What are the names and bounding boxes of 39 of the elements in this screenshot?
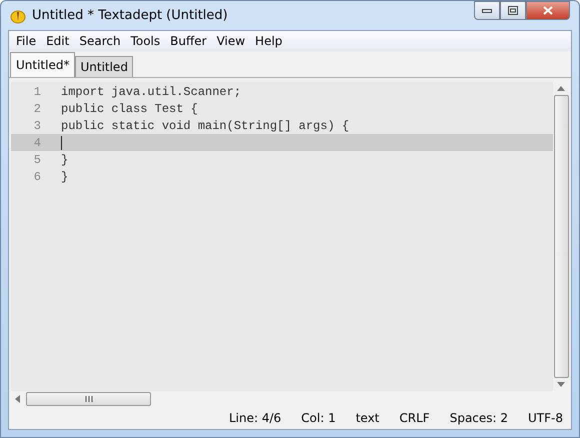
tab[interactable]: Untitled* xyxy=(10,52,76,77)
menu-item[interactable]: View xyxy=(212,34,250,48)
scroll-up-icon[interactable] xyxy=(557,86,565,91)
scroll-left-icon[interactable] xyxy=(15,395,20,403)
status-item: Line: 4/6 xyxy=(228,411,282,425)
status-item: UTF-8 xyxy=(528,411,563,425)
menu-item[interactable]: Tools xyxy=(126,34,166,48)
line-number: 5 xyxy=(32,152,41,166)
code-line: import java.util.Scanner; xyxy=(61,84,242,98)
scroll-down-icon[interactable] xyxy=(557,382,565,387)
line-number: 2 xyxy=(32,102,41,116)
status-item: CRLF xyxy=(399,411,430,425)
menu-item[interactable]: Buffer xyxy=(165,34,212,48)
line-number: 1 xyxy=(32,84,41,98)
close-icon xyxy=(543,6,553,15)
menu-item[interactable]: Edit xyxy=(41,34,74,48)
code-line: } xyxy=(61,170,68,184)
grip-icon xyxy=(84,396,92,402)
close-button[interactable] xyxy=(526,1,570,20)
menu-item[interactable]: Search xyxy=(74,34,126,48)
status-item: Spaces: 2 xyxy=(450,411,508,425)
text-cursor xyxy=(61,136,62,150)
line-number: 3 xyxy=(32,118,41,132)
minimize-icon xyxy=(482,8,492,12)
status-item: text xyxy=(356,411,380,425)
menu-item[interactable]: File xyxy=(11,34,42,48)
code-line: } xyxy=(61,152,68,166)
line-number: 4 xyxy=(32,136,41,150)
code-line: public static void main(String[] args) { xyxy=(61,118,350,132)
menu-item[interactable]: Help xyxy=(250,34,288,48)
minimize-button[interactable] xyxy=(474,1,500,20)
status-item: Col: 1 xyxy=(301,411,336,425)
maximize-icon xyxy=(508,6,518,15)
tab[interactable]: Untitled xyxy=(75,56,133,77)
code-line: public class Test { xyxy=(61,102,198,116)
scrollbar-thumb[interactable] xyxy=(26,392,151,406)
line-number: 6 xyxy=(32,170,41,184)
maximize-button[interactable] xyxy=(500,1,526,20)
window-title: Untitled * Textadept (Untitled) xyxy=(32,8,229,23)
